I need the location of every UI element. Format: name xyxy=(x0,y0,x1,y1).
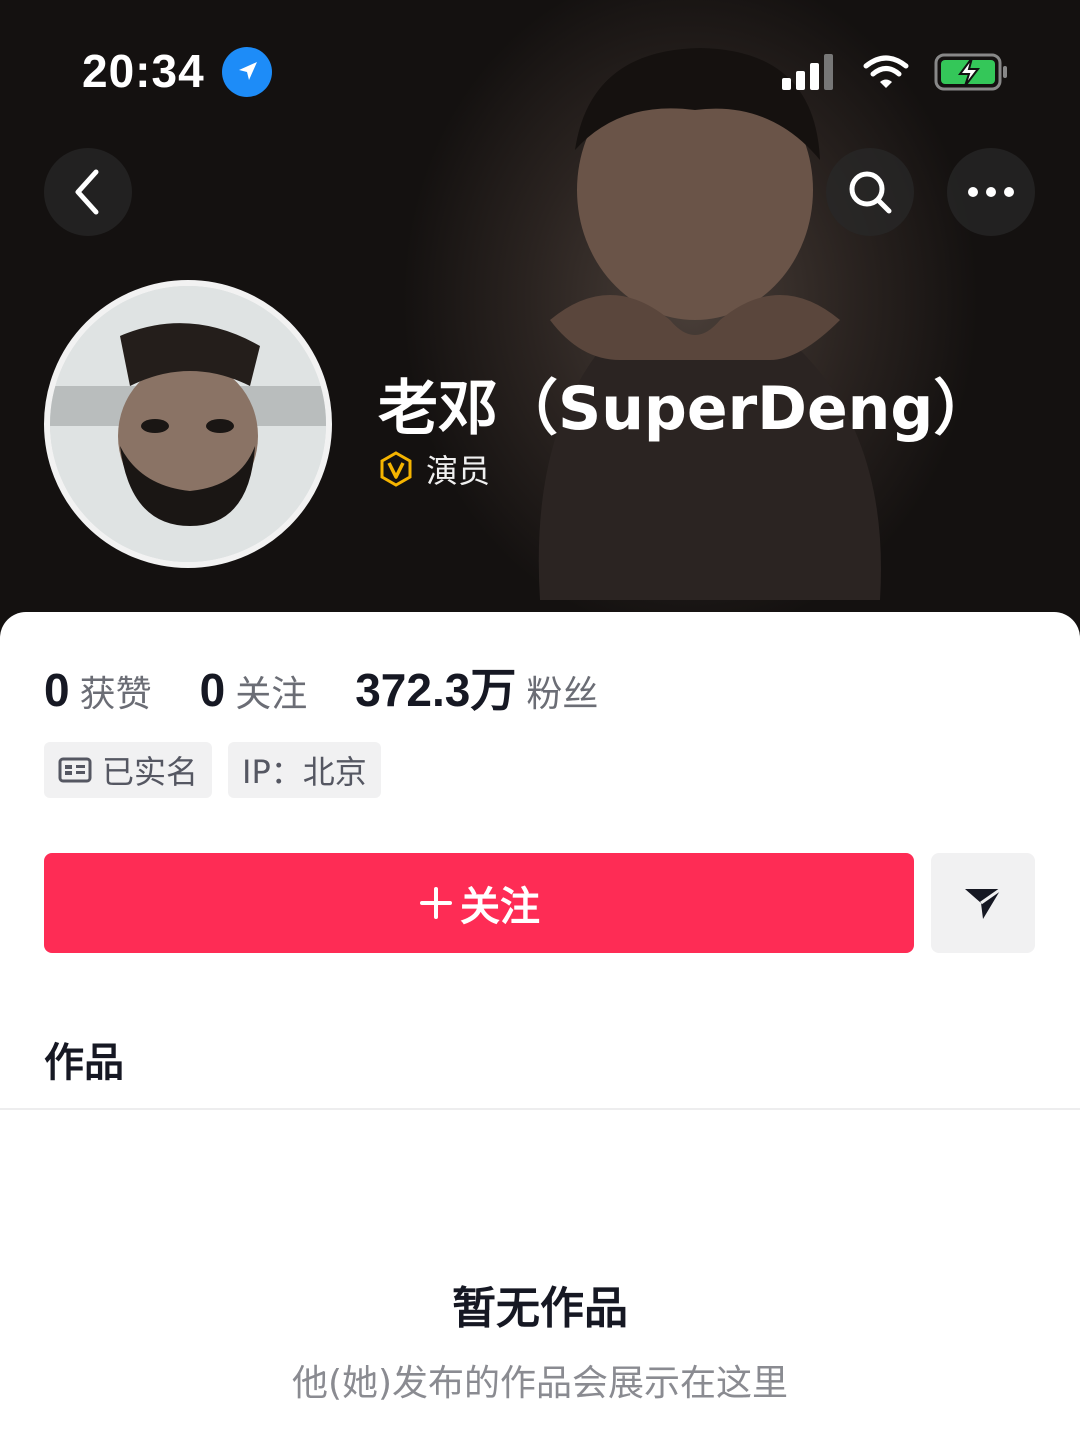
wifi-icon xyxy=(863,55,909,88)
avatar[interactable] xyxy=(44,280,332,568)
back-chevron-icon xyxy=(75,169,99,215)
back-button[interactable] xyxy=(44,148,132,236)
stats-row: 0 获赞 0 关注 372.3万 粉丝 xyxy=(44,654,646,720)
verified-badge-icon xyxy=(380,451,412,487)
banner-figure xyxy=(538,48,881,600)
role-row: 演员 xyxy=(378,446,490,492)
role-label: 演员 xyxy=(426,452,491,490)
follow-button[interactable]: 关注 xyxy=(44,853,914,953)
ip-label: IP：北京 xyxy=(242,753,367,791)
stat-following-value: 0 xyxy=(199,664,226,716)
stat-followers-value: 372.3万 xyxy=(355,664,517,716)
empty-state-title: 暂无作品 xyxy=(452,1283,628,1334)
stat-likes-label: 获赞 xyxy=(79,674,152,715)
status-time: 20:34 xyxy=(82,45,205,97)
stat-followers[interactable]: 372.3万 粉丝 xyxy=(355,654,598,720)
status-icons xyxy=(782,50,1010,94)
plus-icon xyxy=(420,887,452,919)
stat-likes-value: 0 xyxy=(44,664,70,716)
more-dots-icon xyxy=(968,187,1014,197)
profile-tags: 已实名 IP：北京 xyxy=(44,742,381,798)
location-arrow-icon xyxy=(222,47,272,97)
avatar-image xyxy=(50,286,326,562)
profile-name: 老邓（SuperDeng） xyxy=(378,374,994,444)
follow-label: 关注 xyxy=(460,885,540,929)
cellular-signal-icon xyxy=(782,54,833,90)
more-button[interactable] xyxy=(947,148,1035,236)
send-message-button[interactable] xyxy=(931,853,1035,953)
stat-following[interactable]: 0 关注 xyxy=(200,663,308,717)
id-card-icon xyxy=(58,757,92,783)
stat-following-label: 关注 xyxy=(235,674,308,715)
ip-tag: IP：北京 xyxy=(228,742,381,798)
real-name-tag: 已实名 xyxy=(44,742,213,798)
tab-divider xyxy=(0,1108,1080,1110)
real-name-label: 已实名 xyxy=(102,753,199,791)
search-icon xyxy=(849,171,892,214)
tab-works[interactable]: 作品 xyxy=(44,1030,124,1088)
stat-followers-label: 粉丝 xyxy=(526,674,599,715)
search-button[interactable] xyxy=(826,148,914,236)
stat-likes[interactable]: 0 获赞 xyxy=(44,663,152,717)
empty-state-description: 他(她)发布的作品会展示在这里 xyxy=(291,1363,789,1404)
battery-charging-icon xyxy=(934,53,1007,91)
send-icon xyxy=(965,887,1002,919)
